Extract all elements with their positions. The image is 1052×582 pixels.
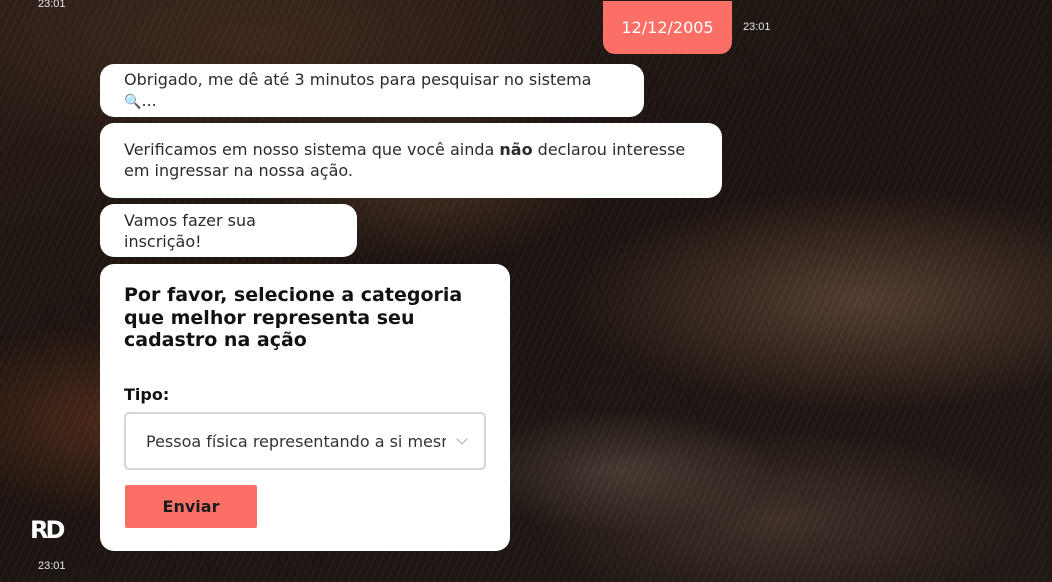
user-message-text: 12/12/2005 [621,18,714,37]
category-form-card: Por favor, selecione a categoria que mel… [100,264,510,551]
bot-message-signup: Vamos fazer sua inscrição! [100,204,357,257]
bot-message-text: Vamos fazer sua inscrição! [124,210,256,251]
timestamp-top: 23:01 [38,0,66,10]
bot-message-text: Obrigado, me dê até 3 minutos para pesqu… [124,69,592,110]
type-select-value: Pessoa física representando a si mesma [146,431,446,451]
chevron-down-icon [456,433,468,445]
rd-logo: RD [30,516,65,544]
bot-message-searching: Obrigado, me dê até 3 minutos para pesqu… [100,64,644,117]
timestamp-bottom: 23:01 [38,560,66,572]
emphasis-text: não [499,140,533,159]
type-label: Tipo: [124,385,170,404]
submit-button[interactable]: Enviar [125,485,257,528]
type-select[interactable]: Pessoa física representando a si mesma [124,412,486,470]
user-message-time: 23:01 [743,21,771,33]
user-message-bubble: 12/12/2005 [603,1,732,54]
form-title: Por favor, selecione a categoria que mel… [124,284,463,351]
magnifier-icon: 🔍 [124,93,142,110]
bot-message-verification: Verificamos em nosso sistema que você ai… [100,123,722,198]
